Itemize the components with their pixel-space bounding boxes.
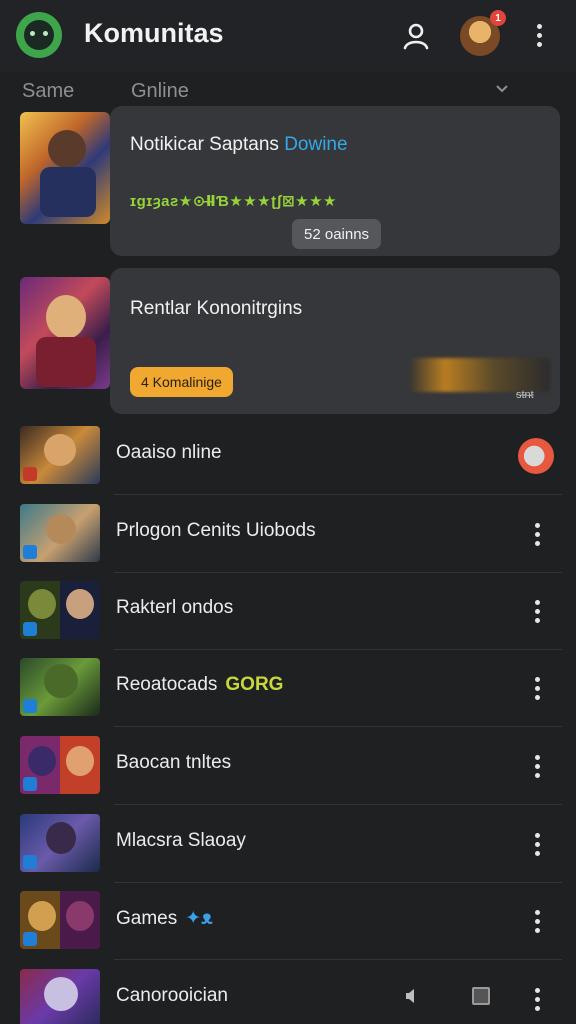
list-thumbnail [20, 504, 100, 562]
featured-card-1[interactable]: Notikicar Saptans Dowine ɪɡɪȝaƨ★⊙Ⅱ̶Ɓ★★★ʈ… [110, 106, 560, 256]
blurred-bar [410, 358, 550, 392]
list-item-label: Canorooician [116, 985, 228, 1006]
volume-icon[interactable] [404, 986, 418, 1006]
user-icon[interactable] [398, 18, 434, 54]
filter-left-label[interactable]: Same [22, 80, 74, 103]
featured-thumbnail-2[interactable] [20, 277, 110, 389]
rating-stars: ɪɡɪȝaƨ★⊙Ⅱ̶Ɓ★★★ʈʃ⊠★★★ [130, 193, 337, 210]
list-thumbnail [20, 736, 100, 794]
notification-badge: 1 [490, 10, 506, 26]
app-logo-icon[interactable] [16, 12, 62, 58]
featured-thumbnail-1[interactable] [20, 112, 110, 224]
chevron-down-icon[interactable] [494, 80, 510, 96]
list-item[interactable]: Mlacsra Slaoay [0, 805, 576, 883]
filter-row: Same Gnline [0, 74, 576, 108]
list-item-label: Prlogon Cenits Uiobods [116, 520, 316, 541]
list-thumbnail [20, 969, 100, 1024]
featured-title-1: Notikicar Saptans Dowine [130, 134, 348, 155]
featured-card-2[interactable]: Rentlar Kononitrgins 4 Komalinige ᵴᵵᵰᵵ [110, 268, 560, 414]
status-dot-icon[interactable] [518, 438, 554, 474]
row-more-icon[interactable] [526, 903, 548, 939]
list-item[interactable]: Baocan tnltes [0, 727, 576, 805]
row-more-icon[interactable] [526, 670, 548, 706]
list-item[interactable]: Reoatocads GORG [0, 649, 576, 727]
online-count-pill[interactable]: 52 oainns [292, 219, 382, 249]
logo-face [24, 20, 54, 50]
thumb-figure-body [40, 167, 96, 217]
row-more-icon[interactable] [526, 593, 548, 629]
small-caption: ᵴᵵᵰᵵ [516, 389, 534, 401]
thumb-figure [46, 295, 86, 339]
more-options-icon[interactable] [528, 17, 550, 53]
row-more-icon[interactable] [526, 981, 548, 1017]
list-thumbnail [20, 426, 100, 484]
list-thumbnail [20, 581, 100, 639]
list-item[interactable]: Canorooician [0, 960, 576, 1024]
row-more-icon[interactable] [526, 748, 548, 784]
page-title: Komunitas [84, 18, 224, 48]
list-item-label: Oaaiso nline [116, 442, 222, 463]
filter-dropdown-label[interactable]: Gnline [131, 80, 189, 103]
list-item-label: Baocan tnltes [116, 752, 232, 773]
app-header: Komunitas 1 [0, 0, 576, 72]
list-item-label: Games ✦ᴥ [116, 908, 213, 929]
thumb-figure [48, 130, 86, 168]
list-item[interactable]: Prlogon Cenits Uiobods [0, 495, 576, 573]
user-glyph [403, 23, 429, 50]
list-thumbnail [20, 891, 100, 949]
stop-icon[interactable] [472, 987, 490, 1005]
row-more-icon[interactable] [526, 826, 548, 862]
list-thumbnail [20, 658, 100, 716]
featured-title-accent: Dowine [284, 134, 348, 155]
list-item[interactable]: Games ✦ᴥ [0, 882, 576, 960]
list-thumbnail [20, 814, 100, 872]
list-item[interactable]: Rakterl ondos [0, 572, 576, 650]
list-item-label: Reoatocads GORG [116, 674, 284, 695]
row-more-icon[interactable] [526, 516, 548, 552]
list-item-tag: ✦ᴥ [185, 908, 213, 929]
list-item-tag: GORG [225, 674, 284, 695]
featured-title-2: Rentlar Kononitrgins [130, 298, 303, 319]
list-item-label: Rakterl ondos [116, 597, 234, 618]
community-button[interactable]: 4 Komalinige [130, 367, 233, 397]
thumb-figure-body [36, 337, 96, 387]
list-item[interactable]: Oaaiso nline [0, 417, 576, 495]
list-item-label: Mlacsra Slaoay [116, 830, 246, 851]
